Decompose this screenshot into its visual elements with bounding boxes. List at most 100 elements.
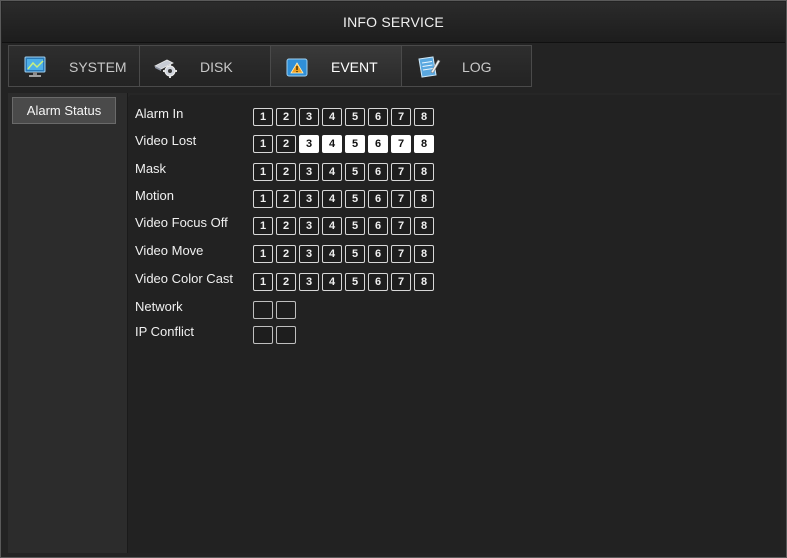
channel-indicator: 3 <box>299 217 319 235</box>
channel-indicator: 6 <box>368 245 388 263</box>
channel-indicator: 7 <box>391 245 411 263</box>
channel-indicator: 5 <box>345 217 365 235</box>
channel-indicator: 8 <box>414 190 434 208</box>
alarm-row: Video Color Cast 1 2 3 4 5 6 7 8 <box>128 270 781 292</box>
channel-indicator <box>276 301 296 319</box>
alarm-row-label: Motion <box>135 188 175 203</box>
channel-indicator: 2 <box>276 135 296 153</box>
channel-indicators: 12345678 <box>253 245 437 263</box>
alarm-row-label: Video Color Cast <box>135 271 234 286</box>
channel-indicator: 7 <box>391 217 411 235</box>
tab-disk[interactable]: DISK <box>139 45 270 87</box>
channel-indicator: 7 <box>391 135 411 153</box>
alarm-row: Video Focus Off 1 2 3 4 5 6 7 8 <box>128 214 781 236</box>
alarm-row: Mask 1 2 3 4 5 6 7 8 <box>128 160 781 182</box>
channel-indicator: 6 <box>368 135 388 153</box>
channel-indicator: 8 <box>414 163 434 181</box>
channel-indicator <box>276 326 296 344</box>
channel-indicator: 5 <box>345 245 365 263</box>
channel-indicator: 2 <box>276 245 296 263</box>
channel-indicators: 12345678 <box>253 273 437 291</box>
alarm-row-label: Video Move <box>135 243 204 258</box>
channel-indicator: 8 <box>414 217 434 235</box>
channel-indicator: 4 <box>322 190 342 208</box>
channel-indicator: 3 <box>299 273 319 291</box>
tab-log[interactable]: LOG <box>401 45 532 87</box>
tab-label: SYSTEM <box>69 59 127 75</box>
channel-indicator: 6 <box>368 108 388 126</box>
channel-indicator: 1 <box>253 163 273 181</box>
channel-indicator: 4 <box>322 245 342 263</box>
channel-indicator: 2 <box>276 273 296 291</box>
channel-indicator: 5 <box>345 273 365 291</box>
monitor-icon <box>24 56 46 77</box>
alarm-row-label: Video Focus Off <box>135 215 228 230</box>
channel-indicators <box>253 301 299 319</box>
channel-indicator: 3 <box>299 190 319 208</box>
alarm-row: Motion 1 2 3 4 5 6 7 8 <box>128 187 781 209</box>
sidebar-item-alarm-status[interactable]: Alarm Status <box>12 97 116 124</box>
warning-icon <box>286 58 308 77</box>
channel-indicator: 4 <box>322 135 342 153</box>
channel-indicator: 5 <box>345 163 365 181</box>
channel-indicator: 6 <box>368 190 388 208</box>
alarm-row-label: Network <box>135 299 183 314</box>
channel-indicator: 6 <box>368 217 388 235</box>
channel-indicator: 8 <box>414 135 434 153</box>
channel-indicator: 7 <box>391 190 411 208</box>
tab-label: DISK <box>200 59 233 75</box>
alarm-row-label: Alarm In <box>135 106 184 121</box>
channel-indicator: 2 <box>276 163 296 181</box>
channel-indicator <box>253 301 273 319</box>
channel-indicator: 1 <box>253 273 273 291</box>
channel-indicator: 8 <box>414 108 434 126</box>
channel-indicator: 4 <box>322 163 342 181</box>
disk-gear-icon <box>154 59 177 78</box>
channel-indicators: 12345678 <box>253 163 437 181</box>
alarm-row-label: IP Conflict <box>135 324 195 339</box>
channel-indicator: 6 <box>368 163 388 181</box>
window-title: INFO SERVICE <box>343 14 444 30</box>
alarm-row: Alarm In 1 2 3 4 5 6 7 8 <box>128 105 781 127</box>
channel-indicator: 3 <box>299 108 319 126</box>
channel-indicator: 8 <box>414 273 434 291</box>
tab-event[interactable]: EVENT <box>270 45 401 87</box>
channel-indicator: 1 <box>253 108 273 126</box>
channel-indicator: 1 <box>253 135 273 153</box>
channel-indicator: 7 <box>391 273 411 291</box>
tab-label: EVENT <box>331 59 378 75</box>
tab-label: LOG <box>462 59 492 75</box>
channel-indicators: 12345678 <box>253 108 437 126</box>
channel-indicator: 2 <box>276 108 296 126</box>
content-area: Alarm Status Alarm In 1 2 3 4 5 6 7 8 Video Lost 1… <box>8 93 781 553</box>
alarm-row: Video Lost 1 2 3 4 5 6 7 8 <box>128 132 781 154</box>
window-frame: INFO SERVICE SYSTEM DISK EVENT LOG Alarm… <box>0 0 787 558</box>
alarm-row: Video Move 1 2 3 4 5 6 7 8 <box>128 242 781 264</box>
alarm-status-panel: Alarm In 1 2 3 4 5 6 7 8 Video Lost 1 2 3 4 5 6 7 8 Mask 1 2… <box>128 95 781 553</box>
notepad-icon <box>418 56 441 78</box>
title-bar: INFO SERVICE <box>2 2 785 43</box>
channel-indicator: 1 <box>253 190 273 208</box>
sidebar: Alarm Status <box>8 93 128 553</box>
channel-indicators <box>253 326 299 344</box>
tab-bar: SYSTEM DISK EVENT LOG <box>8 45 532 87</box>
tab-system[interactable]: SYSTEM <box>8 45 139 87</box>
alarm-row: Network <box>128 298 781 320</box>
channel-indicators: 12345678 <box>253 135 437 153</box>
channel-indicator: 5 <box>345 190 365 208</box>
channel-indicator: 8 <box>414 245 434 263</box>
channel-indicator: 3 <box>299 245 319 263</box>
channel-indicator: 3 <box>299 135 319 153</box>
channel-indicator: 5 <box>345 108 365 126</box>
channel-indicator: 1 <box>253 217 273 235</box>
alarm-row-label: Video Lost <box>135 133 197 148</box>
channel-indicator: 5 <box>345 135 365 153</box>
channel-indicator: 2 <box>276 190 296 208</box>
channel-indicator: 4 <box>322 217 342 235</box>
channel-indicators: 12345678 <box>253 217 437 235</box>
channel-indicator: 4 <box>322 273 342 291</box>
channel-indicator: 3 <box>299 163 319 181</box>
channel-indicators: 12345678 <box>253 190 437 208</box>
channel-indicator: 7 <box>391 163 411 181</box>
alarm-row: IP Conflict <box>128 323 781 345</box>
